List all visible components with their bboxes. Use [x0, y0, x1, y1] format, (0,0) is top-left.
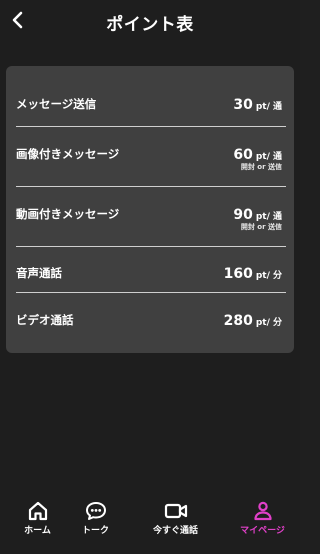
row-note: 開封 or 送信	[240, 163, 282, 171]
chat-icon	[85, 502, 106, 520]
row-unit: pt/ 分	[255, 271, 282, 281]
divider	[16, 292, 286, 293]
row-value: 280 pt/ 分	[224, 310, 282, 329]
points-table: メッセージ送信 30 pt/ 通 画像付きメッセージ 60 pt/ 通 開封 or …	[6, 66, 294, 353]
video-camera-icon	[164, 503, 187, 519]
row-label: 動画付きメッセージ	[16, 207, 120, 221]
row-points: 30	[233, 97, 253, 113]
tab-call-now[interactable]: 今すぐ通話	[138, 500, 213, 536]
tab-bar: ホーム トーク 今すぐ通話 マイページ	[0, 494, 300, 554]
tab-talk[interactable]: トーク	[58, 500, 133, 536]
row-points: 160	[223, 266, 253, 282]
row-points: 60	[233, 147, 253, 163]
header: ポイント表	[0, 0, 300, 44]
row-label: 画像付きメッセージ	[16, 147, 120, 161]
row-points: 90	[233, 207, 253, 223]
tab-label: マイページ	[240, 526, 285, 536]
row-unit: pt/ 分	[255, 318, 282, 328]
row-note: 開封 or 送信	[240, 223, 282, 231]
screen: ポイント表 メッセージ送信 30 pt/ 通 画像付きメッセージ 60 pt/ 通 …	[0, 0, 300, 554]
person-icon	[253, 501, 272, 521]
divider	[16, 246, 286, 247]
row-label: 音声通話	[16, 266, 62, 280]
row-unit: pt/ 通	[255, 102, 282, 112]
row-unit: pt/ 通	[255, 152, 282, 162]
home-icon	[28, 501, 47, 521]
tab-my-page[interactable]: マイページ	[225, 500, 300, 536]
tab-label: 今すぐ通話	[152, 526, 198, 536]
row-unit: pt/ 通	[255, 212, 282, 222]
tab-label: トーク	[81, 526, 109, 536]
row-points: 280	[223, 313, 253, 329]
row-value: 30 pt/ 通	[233, 94, 282, 113]
row-label: ビデオ通話	[16, 313, 74, 327]
row-value: 160 pt/ 分	[224, 263, 282, 282]
page-title: ポイント表	[106, 15, 194, 35]
row-label: メッセージ送信	[16, 97, 97, 111]
divider	[16, 186, 286, 187]
row-value: 90 pt/ 通	[233, 204, 282, 223]
row-value: 60 pt/ 通	[233, 144, 282, 163]
divider	[16, 126, 286, 127]
